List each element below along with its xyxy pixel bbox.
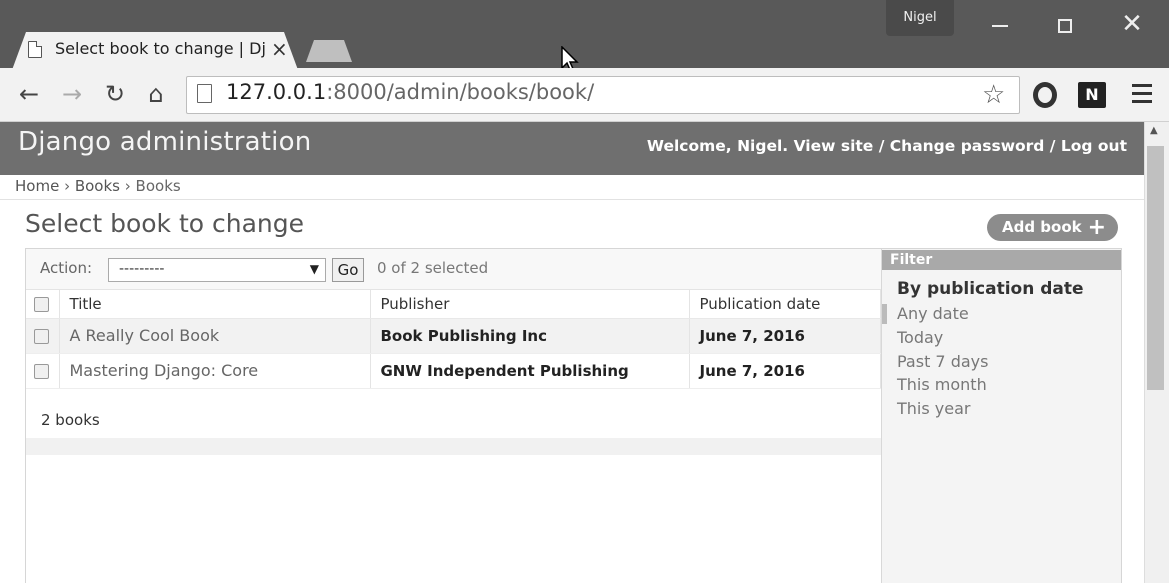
plus-icon: + xyxy=(1087,215,1106,240)
column-header-title[interactable]: Title xyxy=(59,290,371,319)
paginator xyxy=(26,390,881,455)
row-select-cell xyxy=(26,318,60,354)
filter-title: By publication date xyxy=(897,279,1084,299)
star-icon[interactable]: ☆ xyxy=(982,80,1005,110)
dropdown-arrow-icon: ▼ xyxy=(309,262,319,276)
table-row: A Really Cool Book Book Publishing Inc J… xyxy=(26,318,881,354)
breadcrumb-separator: › xyxy=(59,177,75,195)
change-password-link[interactable]: Change password xyxy=(890,137,1045,155)
action-select-value: --------- xyxy=(119,261,165,277)
window-minimize-button[interactable] xyxy=(970,4,1030,44)
tab-title[interactable]: Select book to change | Dj xyxy=(55,39,265,58)
onenote-icon[interactable]: N xyxy=(1078,82,1106,108)
tab-close-icon[interactable]: × xyxy=(271,37,288,61)
breadcrumb-app[interactable]: Books xyxy=(75,177,120,195)
add-book-label: Add book xyxy=(1002,218,1082,236)
book-link[interactable]: A Really Cool Book xyxy=(70,326,220,345)
select-all-checkbox[interactable] xyxy=(34,296,49,312)
select-all-header xyxy=(26,290,60,319)
result-count: 2 books xyxy=(41,411,100,429)
action-select[interactable]: --------- ▼ xyxy=(108,258,326,282)
column-header-publication-date[interactable]: Publication date xyxy=(689,290,881,319)
go-button[interactable]: Go xyxy=(332,258,364,282)
breadcrumb-separator: › xyxy=(120,177,136,195)
menu-icon[interactable] xyxy=(1132,84,1152,103)
reload-icon[interactable]: ↻ xyxy=(100,78,130,110)
filter-heading: Filter xyxy=(882,250,1121,270)
page-title: Select book to change xyxy=(25,209,305,238)
filter-scroll-indicator xyxy=(882,304,887,324)
page-info-icon[interactable] xyxy=(197,84,212,103)
row-checkbox[interactable] xyxy=(34,363,49,379)
back-icon[interactable]: ← xyxy=(14,78,44,110)
column-header-publisher[interactable]: Publisher xyxy=(370,290,690,319)
title-cell: Mastering Django: Core xyxy=(59,353,371,389)
view-site-link[interactable]: View site xyxy=(794,137,874,155)
breadcrumb-model: Books xyxy=(135,177,181,195)
breadcrumb-home[interactable]: Home xyxy=(15,177,59,195)
results-table: Title Publisher Publication date A Reall… xyxy=(26,290,881,389)
book-link[interactable]: Mastering Django: Core xyxy=(70,361,259,380)
welcome-text: Welcome, Nigel. xyxy=(646,137,789,155)
home-icon[interactable]: ⌂ xyxy=(141,78,171,110)
url-host: 127.0.0.1 xyxy=(226,80,327,104)
filter-option-past-7-days[interactable]: Past 7 days xyxy=(897,351,988,375)
publisher-cell: GNW Independent Publishing xyxy=(370,353,690,389)
url-path: :8000/admin/books/book/ xyxy=(326,80,595,104)
page-document-icon xyxy=(28,41,42,58)
window-maximize-button[interactable] xyxy=(1035,4,1095,44)
filter-option-this-month[interactable]: This month xyxy=(897,374,988,398)
add-book-button[interactable]: Add book + xyxy=(987,214,1118,241)
publisher-cell: Book Publishing Inc xyxy=(370,318,690,354)
filter-options: Any date Today Past 7 days This month Th… xyxy=(897,303,988,422)
title-cell: A Really Cool Book xyxy=(59,318,371,354)
browser-user-badge[interactable]: Nigel xyxy=(886,0,954,36)
row-select-cell xyxy=(26,353,60,389)
separator: / xyxy=(1044,137,1061,155)
user-tools: Welcome, Nigel. View site / Change passw… xyxy=(647,137,1127,155)
table-row: Mastering Django: Core GNW Independent P… xyxy=(26,353,881,389)
publication-date-cell: June 7, 2016 xyxy=(689,318,881,354)
address-url[interactable]: 127.0.0.1:8000/admin/books/book/ xyxy=(226,80,594,104)
minimize-icon xyxy=(992,24,1008,27)
maximize-icon xyxy=(1058,18,1072,33)
new-tab-button[interactable] xyxy=(306,40,352,62)
publication-date-cell: June 7, 2016 xyxy=(689,353,881,389)
action-label: Action: xyxy=(40,259,93,277)
table-header-row: Title Publisher Publication date xyxy=(26,290,881,319)
separator: / xyxy=(873,137,890,155)
filter-option-today[interactable]: Today xyxy=(897,327,988,351)
scroll-up-icon[interactable]: ▲ xyxy=(1150,125,1158,136)
forward-icon[interactable]: → xyxy=(57,78,87,110)
opera-icon[interactable] xyxy=(1033,82,1057,108)
row-checkbox[interactable] xyxy=(34,328,49,344)
log-out-link[interactable]: Log out xyxy=(1061,137,1127,155)
action-counter: 0 of 2 selected xyxy=(377,259,489,277)
window-close-button[interactable]: ✕ xyxy=(1102,4,1162,44)
breadcrumb: Home › Books › Books xyxy=(0,175,1144,200)
scrollbar-thumb[interactable] xyxy=(1147,146,1164,390)
filter-option-any-date[interactable]: Any date xyxy=(897,303,988,327)
site-branding[interactable]: Django administration xyxy=(18,127,311,157)
filter-option-this-year[interactable]: This year xyxy=(897,398,988,422)
